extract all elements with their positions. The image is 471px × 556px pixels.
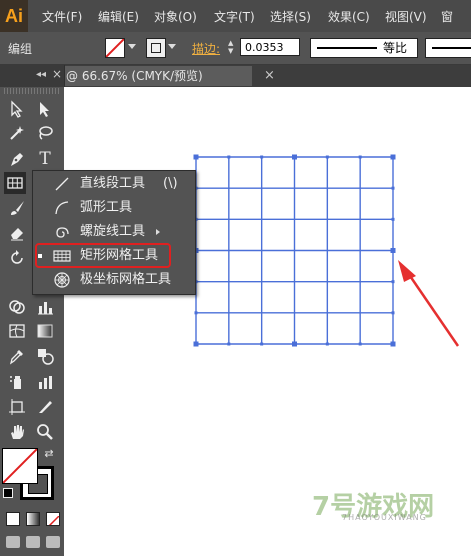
flyout-item-polar-grid[interactable]: 极坐标网格工具 [33, 268, 195, 292]
flyout-label: 极坐标网格工具 [80, 272, 172, 287]
flyout-label: 螺旋线工具 [80, 224, 146, 239]
flyout-item-line-segment[interactable]: 直线段工具 (\) [33, 172, 195, 196]
flyout-shortcut: (\) [163, 176, 178, 191]
watermark-sub: 7HAOYOUXIWANG [342, 513, 427, 522]
line-tools-flyout: 直线段工具 (\) 弧形工具 螺旋线工具 矩形网格工具 极坐标网格工具 [32, 170, 196, 295]
flyout-label: 弧形工具 [80, 200, 133, 215]
flyout-item-spiral[interactable]: 螺旋线工具 [33, 220, 195, 244]
arc-icon [55, 201, 69, 215]
spiral-icon [56, 227, 69, 238]
polar-grid-icon [54, 272, 70, 288]
tearoff-arrow-icon[interactable] [156, 229, 160, 235]
annotation-highlight-box [35, 243, 171, 268]
flyout-label: 直线段工具 [80, 176, 146, 191]
line-segment-icon [55, 177, 69, 191]
flyout-item-arc[interactable]: 弧形工具 [33, 196, 195, 220]
